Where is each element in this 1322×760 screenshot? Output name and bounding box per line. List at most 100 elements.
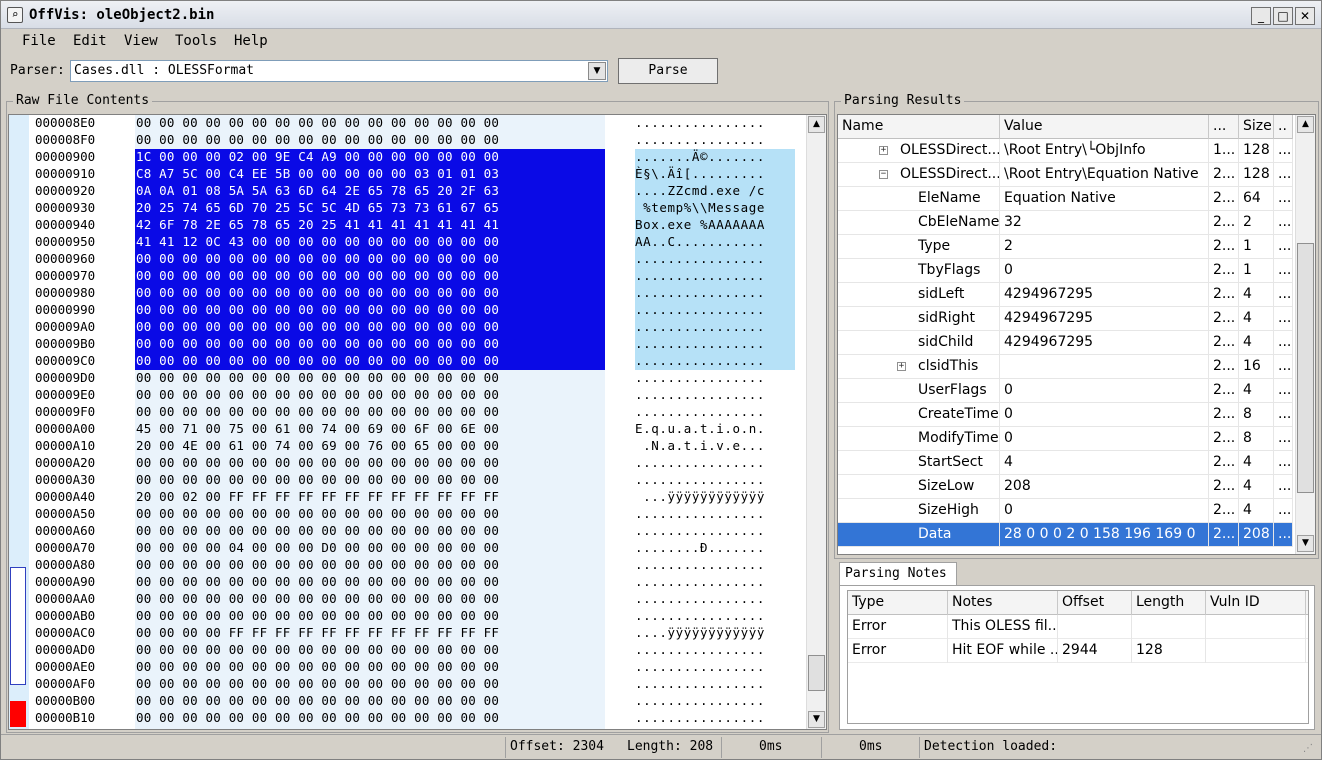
ascii-text[interactable]: ................ — [635, 132, 797, 147]
ascii-text[interactable]: ................ — [635, 642, 797, 657]
scroll-down-icon[interactable]: ▼ — [808, 711, 825, 728]
hex-bytes[interactable]: 00 00 00 00 00 00 00 00 00 00 00 00 00 0… — [136, 370, 611, 385]
ascii-text[interactable]: ................ — [635, 659, 797, 674]
col-offset[interactable]: ... — [1209, 115, 1239, 139]
hex-bytes[interactable]: C8 A7 5C 00 C4 EE 5B 00 00 00 00 00 03 0… — [136, 166, 611, 181]
col-size[interactable]: Size — [1239, 115, 1274, 139]
hex-bytes[interactable]: 00 00 00 00 00 00 00 00 00 00 00 00 00 0… — [136, 472, 611, 487]
notes-row[interactable]: Error Hit EOF while ... 2944 128 — [848, 639, 1308, 663]
file-overview-bar[interactable] — [9, 115, 29, 729]
hex-bytes[interactable]: 00 00 00 00 00 00 00 00 00 00 00 00 00 0… — [136, 591, 611, 606]
maximize-button[interactable]: □ — [1273, 7, 1293, 25]
hex-bytes[interactable]: 00 00 00 00 00 00 00 00 00 00 00 00 00 0… — [136, 710, 611, 725]
chevron-down-icon[interactable]: ▼ — [588, 62, 606, 80]
scroll-up-icon[interactable]: ▲ — [1297, 116, 1314, 133]
col-name[interactable]: Name — [838, 115, 1000, 139]
hex-bytes[interactable]: 00 00 00 00 00 00 00 00 00 00 00 00 00 0… — [136, 251, 611, 266]
ascii-text[interactable]: ................ — [635, 285, 797, 300]
ascii-text[interactable]: ................ — [635, 676, 797, 691]
ascii-text[interactable]: ....ÿÿÿÿÿÿÿÿÿÿÿÿ — [635, 625, 797, 640]
hex-bytes[interactable]: 00 00 00 00 00 00 00 00 00 00 00 00 00 0… — [136, 115, 611, 130]
hex-bytes[interactable]: 00 00 00 00 00 00 00 00 00 00 00 00 00 0… — [136, 659, 611, 674]
col-offset[interactable]: Offset — [1058, 591, 1132, 615]
tree-row[interactable]: Data 28 0 0 0 2 0 158 196 169 0 2... 208... — [838, 523, 1293, 547]
hex-scroll-thumb[interactable] — [808, 655, 825, 691]
ascii-text[interactable]: ................ — [635, 370, 797, 385]
notes-list[interactable]: Type Notes Offset Length Vuln ID Error Th… — [847, 590, 1309, 724]
tree-row[interactable]: sidLeft 4294967295 2... 4... — [838, 283, 1293, 307]
hex-bytes[interactable]: 42 6F 78 2E 65 78 65 20 25 41 41 41 41 4… — [136, 217, 611, 232]
ascii-text[interactable]: .......Ä©....... — [635, 149, 797, 164]
hex-bytes[interactable]: 00 00 00 00 00 00 00 00 00 00 00 00 00 0… — [136, 319, 611, 334]
ascii-text[interactable]: AA..C........... — [635, 234, 797, 249]
expand-icon[interactable]: + — [879, 146, 888, 155]
tree-row[interactable]: + OLESSDirect... \Root Entry\└ObjInfo 1... 1… — [838, 139, 1293, 163]
ascii-text[interactable]: ................ — [635, 302, 797, 317]
ascii-text[interactable]: ........Ð....... — [635, 540, 797, 555]
ascii-text[interactable]: ................ — [635, 557, 797, 572]
tree-row[interactable]: ModifyTime 0 2... 8... — [838, 427, 1293, 451]
tree-row[interactable]: sidChild 4294967295 2... 4... — [838, 331, 1293, 355]
col-notes[interactable]: Notes — [948, 591, 1058, 615]
ascii-text[interactable]: ................ — [635, 115, 797, 130]
tree-row[interactable]: StartSect 4 2... 4... — [838, 451, 1293, 475]
resize-grip-icon[interactable]: ⋰ — [1303, 743, 1313, 754]
menu-tools[interactable]: Tools — [175, 33, 217, 49]
ascii-text[interactable]: ................ — [635, 591, 797, 606]
col-more[interactable]: .. — [1274, 115, 1293, 139]
ascii-text[interactable]: ................ — [635, 574, 797, 589]
hex-bytes[interactable]: 00 00 00 00 00 00 00 00 00 00 00 00 00 0… — [136, 506, 611, 521]
menu-edit[interactable]: Edit — [73, 33, 107, 49]
minimize-button[interactable]: _ — [1251, 7, 1271, 25]
parse-button[interactable]: Parse — [618, 58, 718, 84]
title-bar[interactable]: ⌕ OffVis: oleObject2.bin _ □ ✕ — [1, 1, 1321, 29]
hex-bytes[interactable]: 00 00 00 00 00 00 00 00 00 00 00 00 00 0… — [136, 268, 611, 283]
ascii-text[interactable]: ................ — [635, 404, 797, 419]
ascii-text[interactable]: Box.exe %AAAAAAA — [635, 217, 797, 232]
ascii-text[interactable]: ...ÿÿÿÿÿÿÿÿÿÿÿÿ — [635, 489, 797, 504]
tree-row[interactable]: CbEleName 32 2... 2... — [838, 211, 1293, 235]
ascii-text[interactable]: E.q.u.a.t.i.o.n. — [635, 421, 797, 436]
hex-bytes[interactable]: 00 00 00 00 04 00 00 00 D0 00 00 00 00 0… — [136, 540, 611, 555]
hex-bytes[interactable]: 00 00 00 00 00 00 00 00 00 00 00 00 00 0… — [136, 132, 611, 147]
tree-row[interactable]: + clsidThis 2... 16... — [838, 355, 1293, 379]
col-value[interactable]: Value — [1000, 115, 1209, 139]
ascii-text[interactable]: ....ZZcmd.exe /c — [635, 183, 797, 198]
ascii-text[interactable]: ................ — [635, 455, 797, 470]
ascii-text[interactable]: ................ — [635, 336, 797, 351]
notes-row[interactable]: Error This OLESS fil... — [848, 615, 1308, 639]
ascii-text[interactable]: ................ — [635, 387, 797, 402]
col-vuln-id[interactable]: Vuln ID — [1206, 591, 1306, 615]
tree-row[interactable]: TbyFlags 0 2... 1... — [838, 259, 1293, 283]
ascii-text[interactable]: .N.a.t.i.v.e... — [635, 438, 797, 453]
hex-bytes[interactable]: 00 00 00 00 00 00 00 00 00 00 00 00 00 0… — [136, 336, 611, 351]
parser-select[interactable]: Cases.dll : OLESSFormat ▼ — [70, 60, 608, 82]
col-type[interactable]: Type — [848, 591, 948, 615]
results-scroll-thumb[interactable] — [1297, 243, 1314, 493]
col-length[interactable]: Length — [1132, 591, 1206, 615]
hex-bytes[interactable]: 20 25 74 65 6D 70 25 5C 5C 4D 65 73 73 6… — [136, 200, 611, 215]
hex-bytes[interactable]: 00 00 00 00 00 00 00 00 00 00 00 00 00 0… — [136, 608, 611, 623]
hex-bytes[interactable]: 41 41 12 0C 43 00 00 00 00 00 00 00 00 0… — [136, 234, 611, 249]
menu-view[interactable]: View — [124, 33, 158, 49]
ascii-text[interactable]: %temp%\\Message — [635, 200, 797, 215]
ascii-text[interactable]: ................ — [635, 506, 797, 521]
ascii-text[interactable]: ................ — [635, 608, 797, 623]
hex-bytes[interactable]: 00 00 00 00 00 00 00 00 00 00 00 00 00 0… — [136, 302, 611, 317]
hex-bytes[interactable]: 00 00 00 00 00 00 00 00 00 00 00 00 00 0… — [136, 557, 611, 572]
ascii-text[interactable]: ................ — [635, 353, 797, 368]
hex-bytes[interactable]: 00 00 00 00 00 00 00 00 00 00 00 00 00 0… — [136, 455, 611, 470]
tab-parsing-notes[interactable]: Parsing Notes — [839, 562, 957, 586]
tree-row[interactable]: − OLESSDirect... \Root Entry\Equation Nati… — [838, 163, 1293, 187]
parsing-results-tree[interactable]: Name Value ... Size .. + OLESSDirect... \R… — [837, 114, 1316, 555]
ascii-text[interactable]: ................ — [635, 268, 797, 283]
tree-row[interactable]: Type 2 2... 1... — [838, 235, 1293, 259]
expand-icon[interactable]: + — [897, 362, 906, 371]
hex-bytes[interactable]: 00 00 00 00 00 00 00 00 00 00 00 00 00 0… — [136, 387, 611, 402]
hex-bytes[interactable]: 00 00 00 00 00 00 00 00 00 00 00 00 00 0… — [136, 523, 611, 538]
ascii-text[interactable]: ................ — [635, 251, 797, 266]
ascii-text[interactable]: ................ — [635, 523, 797, 538]
tree-row[interactable]: EleName Equation Native 2... 64... — [838, 187, 1293, 211]
ascii-text[interactable]: ................ — [635, 319, 797, 334]
hex-bytes[interactable]: 20 00 02 00 FF FF FF FF FF FF FF FF FF F… — [136, 489, 611, 504]
